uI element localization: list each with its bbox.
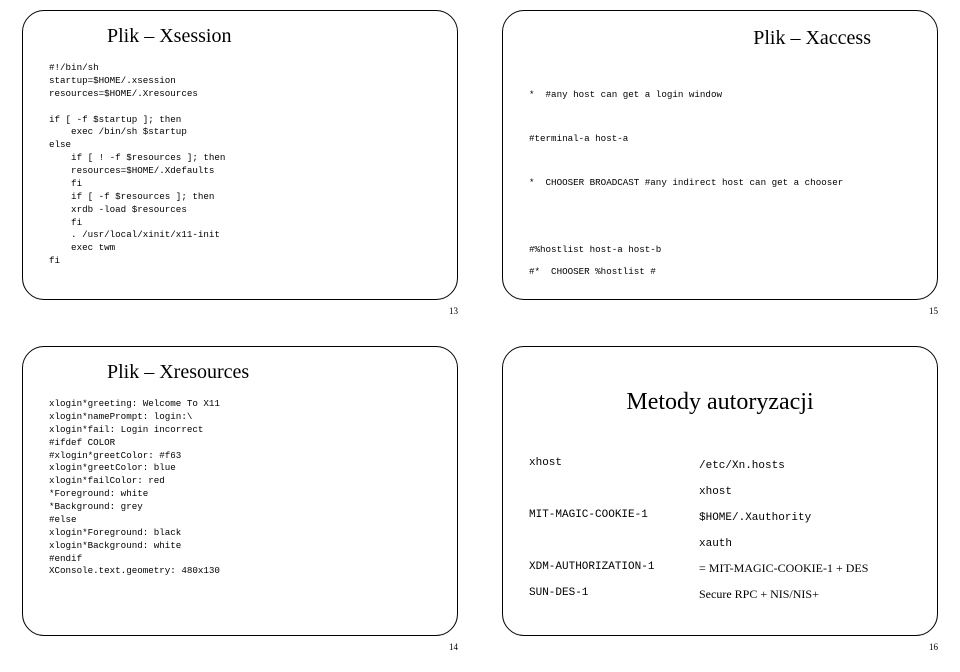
table-row: xhost /etc/Xn.hosts [529, 452, 911, 478]
table-row: xhost [529, 478, 911, 504]
slide-frame: Metody autoryzacji xhost /etc/Xn.hosts x… [502, 346, 938, 636]
auth-method [529, 530, 699, 556]
table-row: SUN-DES-1 Secure RPC + NIS/NIS+ [529, 582, 911, 608]
auth-desc: = MIT-MAGIC-COOKIE-1 + DES [699, 556, 868, 582]
slide-title: Plik – Xaccess [529, 27, 871, 50]
auth-table: xhost /etc/Xn.hosts xhost MIT-MAGIC-COOK… [529, 452, 911, 609]
slide-frame: Plik – Xaccess * #any host can get a log… [502, 10, 938, 300]
auth-method: SUN-DES-1 [529, 582, 699, 608]
page-number: 14 [449, 642, 458, 652]
slide-title: Metody autoryzacji [529, 389, 911, 416]
page-number: 16 [929, 642, 938, 652]
code-block: xlogin*greeting: Welcome To X11 xlogin*n… [49, 398, 431, 578]
slide-title: Plik – Xresources [107, 361, 431, 384]
auth-desc: Secure RPC + NIS/NIS+ [699, 582, 819, 608]
auth-method: MIT-MAGIC-COOKIE-1 [529, 504, 699, 530]
auth-desc: xhost [699, 478, 732, 504]
auth-desc: /etc/Xn.hosts [699, 452, 785, 478]
table-row: xauth [529, 530, 911, 556]
slide-title: Plik – Xsession [107, 25, 431, 48]
slide-frame: Plik – Xresources xlogin*greeting: Welco… [22, 346, 458, 636]
auth-desc: $HOME/.Xauthority [699, 504, 811, 530]
table-row: XDM-AUTHORIZATION-1 = MIT-MAGIC-COOKIE-1… [529, 556, 911, 582]
slide-13: Plik – Xsession #!/bin/sh startup=$HOME/… [0, 0, 480, 336]
slide-15: Plik – Xaccess * #any host can get a log… [480, 0, 960, 336]
slide-grid: Plik – Xsession #!/bin/sh startup=$HOME/… [0, 0, 960, 672]
page-number: 15 [929, 306, 938, 316]
page-number: 13 [449, 306, 458, 316]
table-row: MIT-MAGIC-COOKIE-1 $HOME/.Xauthority [529, 504, 911, 530]
auth-method: XDM-AUTHORIZATION-1 [529, 556, 699, 582]
auth-desc: xauth [699, 530, 732, 556]
code-block: * #any host can get a login window #term… [529, 84, 911, 283]
auth-method [529, 478, 699, 504]
slide-14: Plik – Xresources xlogin*greeting: Welco… [0, 336, 480, 672]
slide-16: Metody autoryzacji xhost /etc/Xn.hosts x… [480, 336, 960, 672]
auth-method: xhost [529, 452, 699, 478]
slide-frame: Plik – Xsession #!/bin/sh startup=$HOME/… [22, 10, 458, 300]
code-block: #!/bin/sh startup=$HOME/.xsession resour… [49, 62, 431, 268]
